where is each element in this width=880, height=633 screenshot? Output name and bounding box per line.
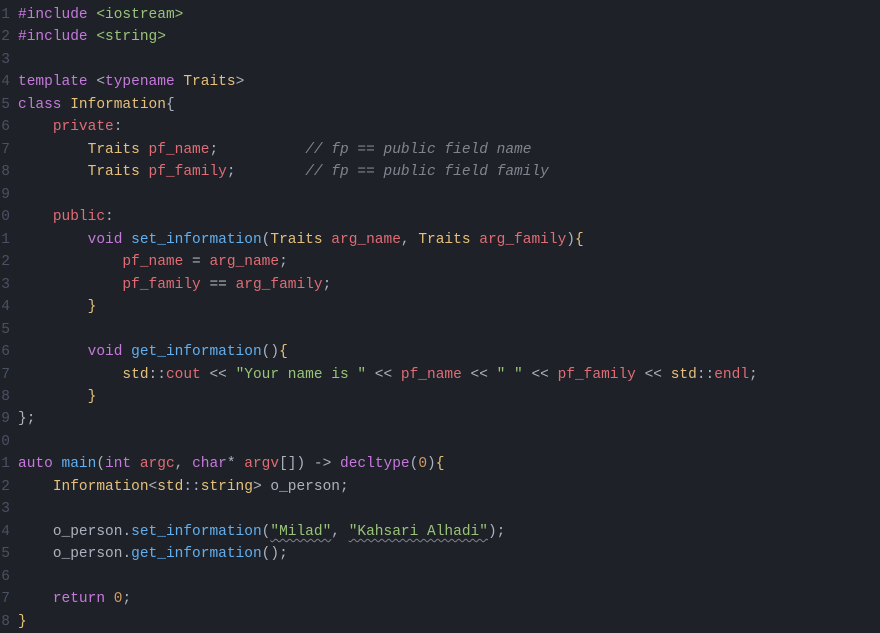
code-line: 3 pf_family == arg_family;	[0, 274, 880, 296]
line-number: 4	[0, 71, 18, 93]
line-number: 4	[0, 296, 18, 318]
code-line: 0 public:	[0, 206, 880, 228]
code-line: 5class Information{	[0, 94, 880, 116]
line-number: 5	[0, 543, 18, 565]
code-line: 2 Information<std::string> o_person;	[0, 476, 880, 498]
line-number: 2	[0, 26, 18, 48]
code-line: 8}	[0, 611, 880, 633]
line-number: 7	[0, 139, 18, 161]
code-line: 7 std::cout << "Your name is " << pf_nam…	[0, 364, 880, 386]
line-number: 6	[0, 116, 18, 138]
code-line: 6 private:	[0, 116, 880, 138]
line-number: 8	[0, 161, 18, 183]
code-line: 1auto main(int argc, char* argv[]) -> de…	[0, 453, 880, 475]
line-number: 9	[0, 408, 18, 430]
code-line: 1#include <iostream>	[0, 4, 880, 26]
code-line: 2 pf_name = arg_name;	[0, 251, 880, 273]
code-line: 6	[0, 566, 880, 588]
line-number: 3	[0, 498, 18, 520]
line-number: 2	[0, 476, 18, 498]
line-number: 0	[0, 206, 18, 228]
line-number: 1	[0, 229, 18, 251]
line-number: 0	[0, 431, 18, 453]
line-number: 7	[0, 588, 18, 610]
line-number: 8	[0, 611, 18, 633]
code-line: 5	[0, 319, 880, 341]
code-line: 3	[0, 49, 880, 71]
code-line: 3	[0, 498, 880, 520]
code-line: 8 }	[0, 386, 880, 408]
code-line: 2#include <string>	[0, 26, 880, 48]
code-line: 4template <typename Traits>	[0, 71, 880, 93]
line-number: 6	[0, 566, 18, 588]
code-line: 0	[0, 431, 880, 453]
code-line: 9	[0, 184, 880, 206]
code-line: 7 Traits pf_name; // fp == public field …	[0, 139, 880, 161]
code-editor[interactable]: 1#include <iostream> 2#include <string> …	[0, 4, 880, 633]
line-number: 7	[0, 364, 18, 386]
code-line: 1 void set_information(Traits arg_name, …	[0, 229, 880, 251]
line-number: 5	[0, 94, 18, 116]
code-line: 8 Traits pf_family; // fp == public fiel…	[0, 161, 880, 183]
line-number: 3	[0, 274, 18, 296]
code-line: 4 o_person.set_information("Milad", "Kah…	[0, 521, 880, 543]
line-number: 3	[0, 49, 18, 71]
code-line: 7 return 0;	[0, 588, 880, 610]
line-number: 6	[0, 341, 18, 363]
code-line: 4 }	[0, 296, 880, 318]
line-number: 1	[0, 4, 18, 26]
line-number: 4	[0, 521, 18, 543]
code-line: 5 o_person.get_information();	[0, 543, 880, 565]
line-number: 5	[0, 319, 18, 341]
line-number: 9	[0, 184, 18, 206]
line-number: 1	[0, 453, 18, 475]
line-number: 8	[0, 386, 18, 408]
code-line: 6 void get_information(){	[0, 341, 880, 363]
code-line: 9};	[0, 408, 880, 430]
line-number: 2	[0, 251, 18, 273]
